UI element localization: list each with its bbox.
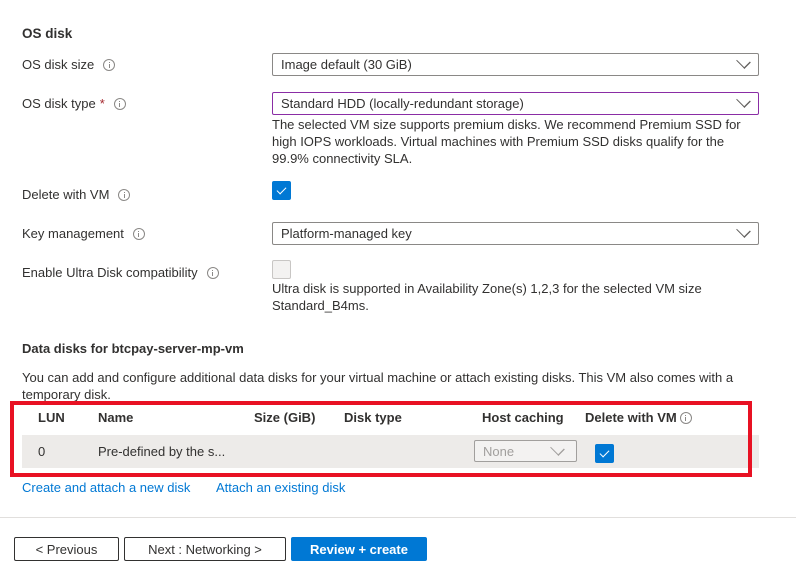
ultra-disk-helper: Ultra disk is supported in Availability … [272, 281, 702, 313]
os-disk-type-value: Standard HDD (locally-redundant storage) [281, 96, 524, 111]
info-icon[interactable] [113, 97, 126, 110]
create-attach-new-disk-link[interactable]: Create and attach a new disk [22, 480, 190, 495]
info-icon[interactable] [103, 58, 116, 71]
ultra-disk-checkbox[interactable] [272, 260, 291, 279]
highlight-annotation-box [10, 401, 752, 477]
footer-divider [0, 517, 796, 518]
delete-with-vm-label: Delete with VM [22, 187, 131, 202]
info-icon[interactable] [206, 266, 219, 279]
ultra-disk-label-text: Enable Ultra Disk compatibility [22, 265, 198, 280]
os-disk-size-value: Image default (30 GiB) [281, 57, 412, 72]
os-disk-type-label: OS disk type * [22, 96, 126, 111]
key-management-label-text: Key management [22, 226, 124, 241]
os-disk-section-title: OS disk [22, 26, 73, 41]
info-icon[interactable] [132, 227, 145, 240]
os-disk-type-label-text: OS disk type [22, 96, 96, 111]
os-disk-size-label: OS disk size [22, 57, 116, 72]
key-management-dropdown[interactable]: Platform-managed key [272, 222, 759, 245]
key-management-label: Key management [22, 226, 145, 241]
chevron-down-icon [736, 93, 751, 108]
chevron-down-icon [736, 54, 751, 69]
delete-with-vm-checkbox[interactable] [272, 181, 291, 200]
delete-with-vm-label-text: Delete with VM [22, 187, 110, 202]
os-disk-type-dropdown[interactable]: Standard HDD (locally-redundant storage) [272, 92, 759, 115]
os-disk-type-helper: The selected VM size supports premium di… [272, 117, 741, 166]
data-disks-description: You can add and configure additional dat… [22, 370, 734, 402]
required-marker: * [99, 96, 105, 111]
next-networking-button[interactable]: Next : Networking > [124, 537, 286, 561]
os-disk-size-dropdown[interactable]: Image default (30 GiB) [272, 53, 759, 76]
data-disks-title: Data disks for btcpay-server-mp-vm [22, 341, 244, 356]
review-create-button[interactable]: Review + create [291, 537, 427, 561]
ultra-disk-label: Enable Ultra Disk compatibility [22, 265, 219, 280]
chevron-down-icon [736, 223, 751, 238]
os-disk-size-label-text: OS disk size [22, 57, 95, 72]
previous-button[interactable]: < Previous [14, 537, 119, 561]
info-icon[interactable] [118, 188, 131, 201]
key-management-value: Platform-managed key [281, 226, 412, 241]
attach-existing-disk-link[interactable]: Attach an existing disk [216, 480, 345, 495]
